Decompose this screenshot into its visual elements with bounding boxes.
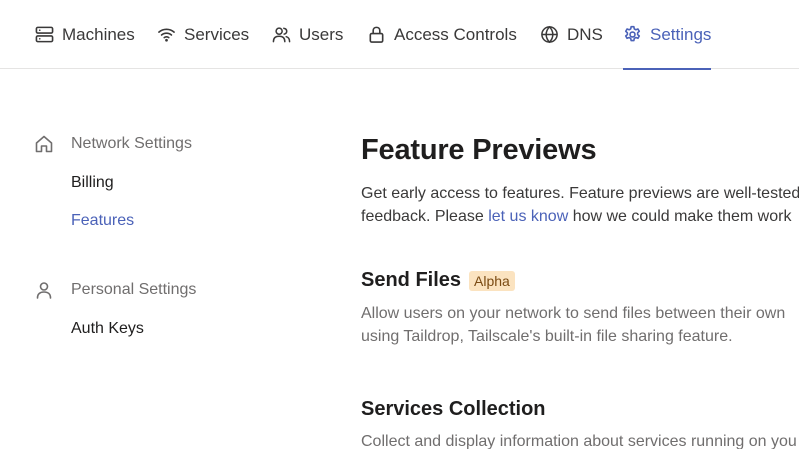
feature-desc-line-1: Collect and display information about se… bbox=[361, 433, 797, 449]
sidebar-heading-network-settings[interactable]: Network Settings bbox=[34, 134, 192, 154]
sidebar-heading-personal-settings[interactable]: Personal Settings bbox=[34, 280, 196, 300]
intro-line-2: feedback. Please let us know how we coul… bbox=[361, 205, 799, 228]
nav-item-dns[interactable]: DNS bbox=[540, 0, 603, 69]
feature-services-collection-title: Services Collection bbox=[361, 398, 546, 421]
intro-text-fragment: feedback. Please bbox=[361, 208, 489, 225]
feature-send-files-title: Send Files Alpha bbox=[361, 269, 515, 292]
feature-desc-line-2: using Taildrop, Tailscale's built-in fil… bbox=[361, 328, 733, 345]
feature-title-label: Send Files bbox=[361, 269, 462, 291]
wifi-icon bbox=[157, 25, 176, 44]
user-icon bbox=[34, 280, 54, 300]
feature-desc-line-1: Allow users on your network to send file… bbox=[361, 305, 786, 322]
nav-label: Access Controls bbox=[394, 24, 517, 44]
let-us-know-link[interactable]: let us know bbox=[488, 208, 568, 225]
nav-label: Services bbox=[184, 24, 250, 44]
sidebar-heading-label: Network Settings bbox=[71, 135, 192, 152]
feature-services-collection-description: Collect and display information about se… bbox=[361, 430, 799, 449]
top-navigation: Machines Services Users Access Controls … bbox=[0, 0, 799, 70]
intro-text: Get early access to features. Feature pr… bbox=[361, 182, 799, 228]
main-content: Feature Previews Get early access to fea… bbox=[361, 70, 799, 449]
sidebar-item-features[interactable]: Features bbox=[71, 212, 134, 230]
nav-label: Settings bbox=[650, 24, 712, 44]
nav-label: DNS bbox=[567, 24, 603, 44]
nav-label: Users bbox=[299, 24, 344, 44]
nav-label: Machines bbox=[62, 24, 135, 44]
feature-title-label: Services Collection bbox=[361, 398, 546, 420]
gear-icon bbox=[623, 25, 642, 44]
lock-icon bbox=[367, 25, 386, 44]
settings-sidebar: Network Settings Billing Features Person… bbox=[0, 70, 320, 449]
sidebar-item-billing[interactable]: Billing bbox=[71, 174, 114, 192]
page-title: Feature Previews bbox=[361, 134, 597, 166]
nav-item-settings[interactable]: Settings bbox=[623, 0, 712, 70]
users-icon bbox=[272, 25, 291, 44]
alpha-badge: Alpha bbox=[469, 270, 515, 291]
intro-text-fragment: how we could make them work bbox=[568, 208, 792, 225]
sidebar-heading-label: Personal Settings bbox=[71, 281, 197, 298]
nav-item-services[interactable]: Services bbox=[157, 0, 249, 69]
feature-send-files-description: Allow users on your network to send file… bbox=[361, 302, 799, 348]
sidebar-item-auth-keys[interactable]: Auth Keys bbox=[71, 320, 144, 338]
globe-icon bbox=[540, 25, 559, 44]
nav-item-access-controls[interactable]: Access Controls bbox=[367, 0, 517, 69]
nav-item-users[interactable]: Users bbox=[272, 0, 343, 69]
server-icon bbox=[35, 25, 54, 44]
nav-item-machines[interactable]: Machines bbox=[35, 0, 135, 69]
intro-line-1: Get early access to features. Feature pr… bbox=[361, 185, 799, 202]
home-icon bbox=[34, 134, 54, 154]
